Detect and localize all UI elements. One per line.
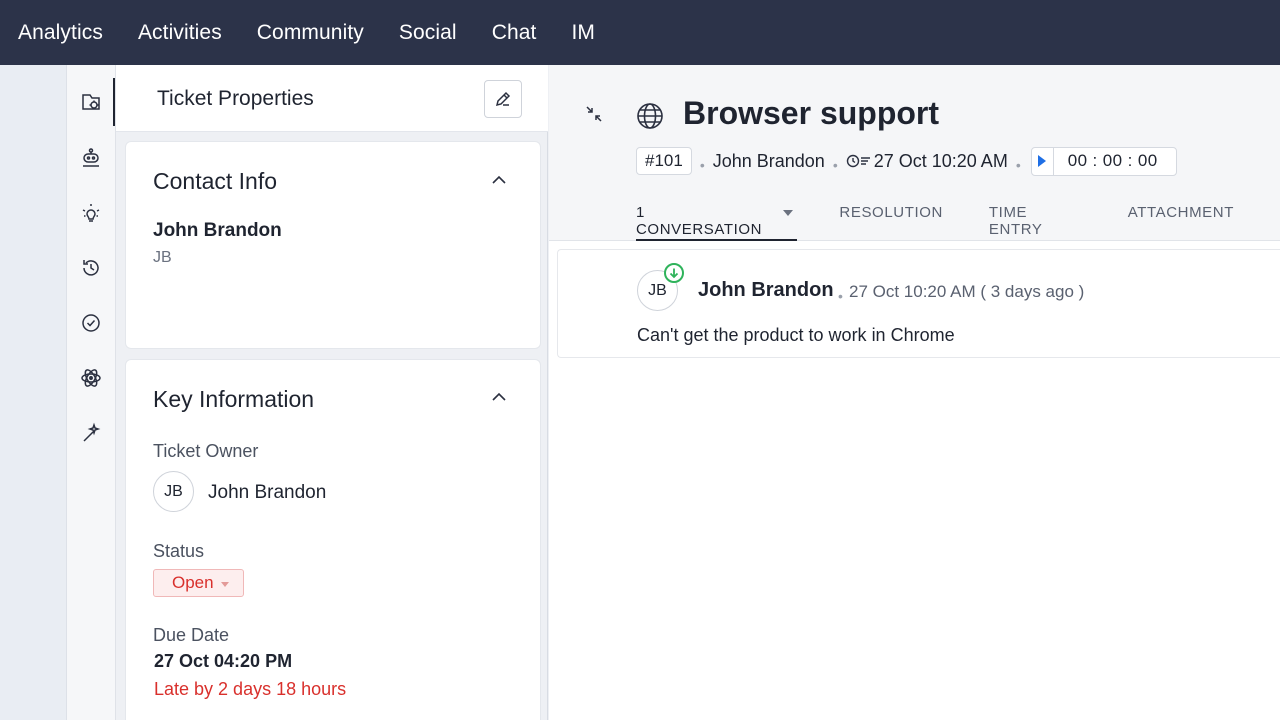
tab-resolution[interactable]: RESOLUTION [839,204,943,240]
tab-attachment-label: ATTACHMENT [1127,204,1234,221]
ticket-header: Browser support #101 • John Brandon • 27… [549,65,1280,241]
history-icon[interactable] [79,256,103,280]
ticket-tabs: 1 CONVERSATION RESOLUTION TIME ENTRY ATT… [636,204,1280,241]
side-icon-rail [67,65,116,720]
edit-properties-button[interactable] [484,80,522,118]
properties-title: Ticket Properties [157,87,314,110]
ticket-owner-label: Ticket Owner [153,441,259,461]
tab-conversation[interactable]: 1 CONVERSATION [636,204,798,241]
separator-dot: • [1015,157,1021,173]
ticket-detail-view: Browser support #101 • John Brandon • 27… [549,65,1280,720]
play-icon [1038,155,1047,167]
contact-initials: JB [153,249,172,266]
status-value: Open [172,573,214,592]
ticket-properties-panel: Ticket Properties Contact Info John Bran… [116,65,548,720]
overdue-text: Late by 2 days 18 hours [154,679,347,699]
incoming-icon [664,263,684,283]
ticket-timer: 00 : 00 : 00 [1030,146,1177,176]
due-date-value[interactable]: 27 Oct 04:20 PM [154,651,292,672]
contact-info-card: Contact Info John Brandon JB [125,141,541,349]
ticket-properties-icon[interactable] [79,90,103,114]
conversation-thread-item[interactable]: JB John Brandon • 27 Oct 10:20 AM ( 3 da… [557,249,1280,358]
status-dropdown[interactable]: Open [153,569,244,597]
separator-dot: • [699,157,705,173]
key-information-card: Key Information Ticket Owner JB John Bra… [125,359,541,720]
timer-value: 00 : 00 : 00 [1067,151,1158,170]
ticket-number[interactable]: #101 [636,147,692,175]
timer-play-button[interactable] [1032,147,1054,175]
thread-timestamp: 27 Oct 10:20 AM ( 3 days ago ) [849,282,1085,301]
ticket-created-time: 27 Oct 10:20 AM [873,150,1008,171]
bulb-icon[interactable] [79,201,103,225]
nav-community[interactable]: Community [257,21,364,45]
ticket-title: Browser support [683,95,940,131]
nav-im[interactable]: IM [571,21,595,45]
key-information-title: Key Information [153,386,315,412]
caret-down-icon[interactable] [783,210,794,216]
nav-activities[interactable]: Activities [138,21,222,45]
owner-avatar: JB [153,471,194,512]
status-label: Status [153,541,205,561]
ticket-contact-name[interactable]: John Brandon [713,151,825,172]
separator-dot: • [838,288,843,304]
nav-chat[interactable]: Chat [492,21,537,45]
left-gutter [0,65,67,720]
contact-info-title: Contact Info [153,168,278,194]
nav-analytics[interactable]: Analytics [18,21,103,45]
thread-message-body: Can't get the product to work in Chrome [637,325,955,345]
ticket-owner-name[interactable]: John Brandon [208,482,326,504]
atom-icon[interactable] [79,366,103,390]
separator-dot: • [832,157,838,173]
globe-icon [635,101,665,131]
rail-active-indicator [113,78,115,126]
pencil-icon [495,91,511,107]
check-circle-icon[interactable] [79,311,103,335]
collapse-icon[interactable] [585,105,603,123]
ticket-meta-row: #101 • John Brandon • 27 Oct 10:20 AM • … [636,146,1177,176]
tab-conversation-label: 1 CONVERSATION [636,204,763,238]
thread-author-name[interactable]: John Brandon [698,279,834,302]
tab-time-entry[interactable]: TIME ENTRY [989,204,1082,240]
nav-social[interactable]: Social [399,21,457,45]
magic-wand-icon[interactable] [79,421,103,445]
bot-icon[interactable] [79,146,103,170]
chevron-up-icon[interactable] [490,388,508,406]
caret-down-icon [220,581,229,587]
contact-name[interactable]: John Brandon [153,220,282,242]
due-date-label: Due Date [153,625,230,645]
clock-icon [846,153,872,169]
tab-time-entry-label: TIME ENTRY [988,204,1043,238]
tab-attachment[interactable]: ATTACHMENT [1128,204,1234,240]
chevron-up-icon[interactable] [490,171,508,189]
tab-resolution-label: RESOLUTION [839,204,943,221]
properties-header: Ticket Properties [116,65,548,132]
top-navigation: Analytics Activities Community Social Ch… [0,0,1280,65]
